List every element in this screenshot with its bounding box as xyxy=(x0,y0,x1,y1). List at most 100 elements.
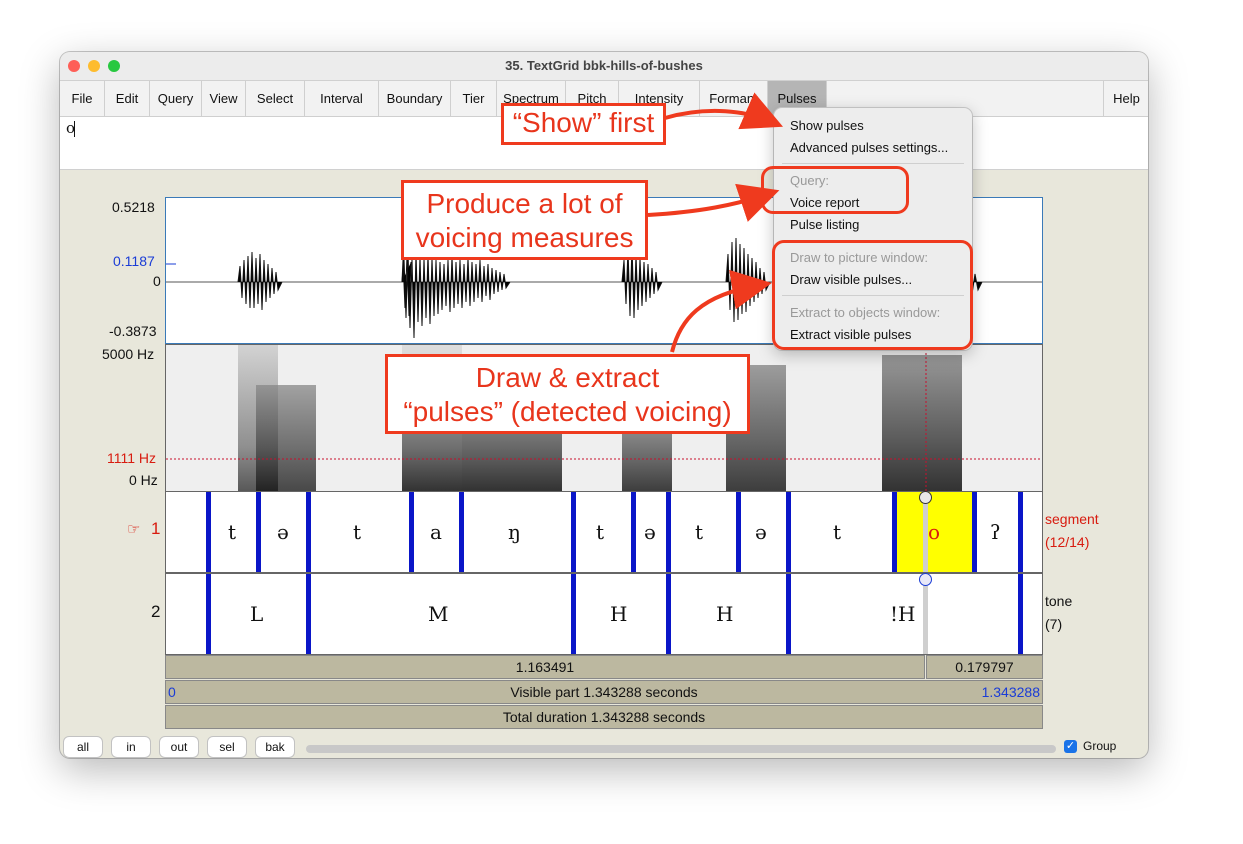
menu-boundary[interactable]: Boundary xyxy=(379,81,451,116)
group-checkbox[interactable]: ✓ xyxy=(1064,740,1077,753)
waveform-min-label: -0.3873 xyxy=(109,323,157,339)
cursor-handle[interactable] xyxy=(919,573,932,586)
tier2-boundary[interactable] xyxy=(206,574,211,654)
tier1-boundary[interactable] xyxy=(206,492,211,572)
group-label: Group xyxy=(1083,739,1117,753)
menu-tier[interactable]: Tier xyxy=(451,81,497,116)
right-duration-bar[interactable]: 0.179797 xyxy=(926,655,1043,679)
tier2-tone[interactable]: L M H H !H xyxy=(165,573,1043,655)
tier1-label: ə xyxy=(277,520,289,544)
tier1-label: t xyxy=(596,520,605,544)
tier1-boundary[interactable] xyxy=(256,492,261,572)
tier1-segment[interactable]: t ə t a ŋ t ə t ə t o ʔ xyxy=(165,491,1043,573)
zoom-all-button[interactable]: all xyxy=(63,736,103,758)
zoom-in-button[interactable]: in xyxy=(111,736,151,758)
tier2-number[interactable]: 2 xyxy=(151,602,160,622)
tier2-label: H xyxy=(610,602,628,626)
tier1-boundary[interactable] xyxy=(459,492,464,572)
waveform-zero-label: 0 xyxy=(153,273,161,289)
total-duration-bar[interactable]: Total duration 1.343288 seconds xyxy=(165,705,1043,729)
tier1-count: (12/14) xyxy=(1045,534,1090,550)
tier1-boundary[interactable] xyxy=(571,492,576,572)
tier1-label: ŋ xyxy=(508,520,521,544)
tier2-label: M xyxy=(428,602,449,626)
show-first-text: “Show” first xyxy=(512,107,655,138)
menu-edit[interactable]: Edit xyxy=(105,81,150,116)
tier1-label: t xyxy=(353,520,362,544)
left-duration-value: 1.163491 xyxy=(515,659,575,675)
tier2-label: L xyxy=(250,602,264,626)
menu-select[interactable]: Select xyxy=(246,81,305,116)
menu-view[interactable]: View xyxy=(202,81,246,116)
tier1-label: a xyxy=(430,520,442,544)
tier2-count: (7) xyxy=(1045,616,1063,632)
tier2-name: tone xyxy=(1045,593,1073,609)
tier1-label: ə xyxy=(644,520,656,544)
tier1-boundary[interactable] xyxy=(892,492,897,572)
spectrogram-min-label: 0 Hz xyxy=(129,472,158,488)
tier2-boundary[interactable] xyxy=(571,574,576,654)
draw-callout-line1: Draw & extract xyxy=(475,362,660,393)
tier1-boundary[interactable] xyxy=(631,492,636,572)
tier2-boundary[interactable] xyxy=(1018,574,1023,654)
menu-separator xyxy=(782,163,964,164)
cursor-handle[interactable] xyxy=(919,491,932,504)
tier1-boundary[interactable] xyxy=(409,492,414,572)
tier2-boundary[interactable] xyxy=(306,574,311,654)
menu-help[interactable]: Help xyxy=(1103,81,1148,116)
pulse-listing-item[interactable]: Pulse listing xyxy=(790,217,859,232)
zoom-out-button[interactable]: out xyxy=(159,736,199,758)
voicing-callout-line1: Produce a lot of xyxy=(426,188,623,219)
horizontal-scrollbar[interactable] xyxy=(306,745,1056,753)
draw-callout-line2: “pulses” (detected voicing) xyxy=(403,396,732,427)
tier1-label: ʔ xyxy=(990,520,1001,544)
draw-extract-callout: Draw & extract “pulses” (detected voicin… xyxy=(385,354,750,434)
total-duration-label: Total duration 1.343288 seconds xyxy=(502,709,706,725)
visible-part-label: Visible part 1.343288 seconds xyxy=(510,684,698,700)
show-first-callout: “Show” first xyxy=(501,103,666,145)
tier2-label: H xyxy=(716,602,734,626)
title-bar: 35. TextGrid bbk-hills-of-bushes xyxy=(60,52,1148,81)
tier2-boundary[interactable] xyxy=(666,574,671,654)
tier1-label: t xyxy=(695,520,704,544)
tier1-label: t xyxy=(833,520,842,544)
tier1-name: segment xyxy=(1045,511,1099,527)
voicing-callout-line2: voicing measures xyxy=(415,222,634,253)
advanced-pulses-settings-item[interactable]: Advanced pulses settings... xyxy=(790,140,948,155)
visible-end-time: 1.343288 xyxy=(981,684,1040,700)
window-title: 35. TextGrid bbk-hills-of-bushes xyxy=(505,58,703,73)
draw-extract-highlight xyxy=(772,240,973,350)
tier1-boundary[interactable] xyxy=(972,492,977,572)
visible-start-time: 0 xyxy=(168,684,176,700)
tier1-label: o xyxy=(928,520,941,544)
menu-query[interactable]: Query xyxy=(150,81,202,116)
tier1-boundary[interactable] xyxy=(666,492,671,572)
spectrogram-cursor-freq-label: 1111 Hz xyxy=(107,450,157,466)
waveform-cursor-label: 0.1187 xyxy=(113,253,155,269)
menu-interval[interactable]: Interval xyxy=(305,81,379,116)
cursor-line xyxy=(923,574,928,654)
tier2-label: !H xyxy=(890,602,916,626)
tier2-boundary[interactable] xyxy=(786,574,791,654)
menu-file[interactable]: File xyxy=(60,81,105,116)
voicing-measures-callout: Produce a lot of voicing measures xyxy=(401,180,648,260)
tier1-boundary[interactable] xyxy=(786,492,791,572)
visible-part-bar[interactable]: 0 Visible part 1.343288 seconds 1.343288 xyxy=(165,680,1043,704)
tier1-boundary[interactable] xyxy=(1018,492,1023,572)
left-duration-bar[interactable]: 1.163491 xyxy=(165,655,925,679)
tier1-number[interactable]: 1 xyxy=(151,519,160,539)
tier1-label: t xyxy=(228,520,237,544)
menu-formant[interactable]: Formant xyxy=(700,81,768,116)
zoom-selection-button[interactable]: sel xyxy=(207,736,247,758)
right-duration-value: 0.179797 xyxy=(955,659,1014,675)
waveform-max-label: 0.5218 xyxy=(112,199,155,215)
spectrogram-max-label: 5000 Hz xyxy=(102,346,155,362)
tier1-label: ə xyxy=(755,520,767,544)
zoom-back-button[interactable]: bak xyxy=(255,736,295,758)
show-pulses-item[interactable]: Show pulses xyxy=(790,118,864,133)
tier1-boundary[interactable] xyxy=(736,492,741,572)
query-highlight xyxy=(761,166,909,214)
tier1-pointer-icon: ☞ xyxy=(127,521,141,538)
text-caret xyxy=(74,121,75,137)
tier1-boundary[interactable] xyxy=(306,492,311,572)
